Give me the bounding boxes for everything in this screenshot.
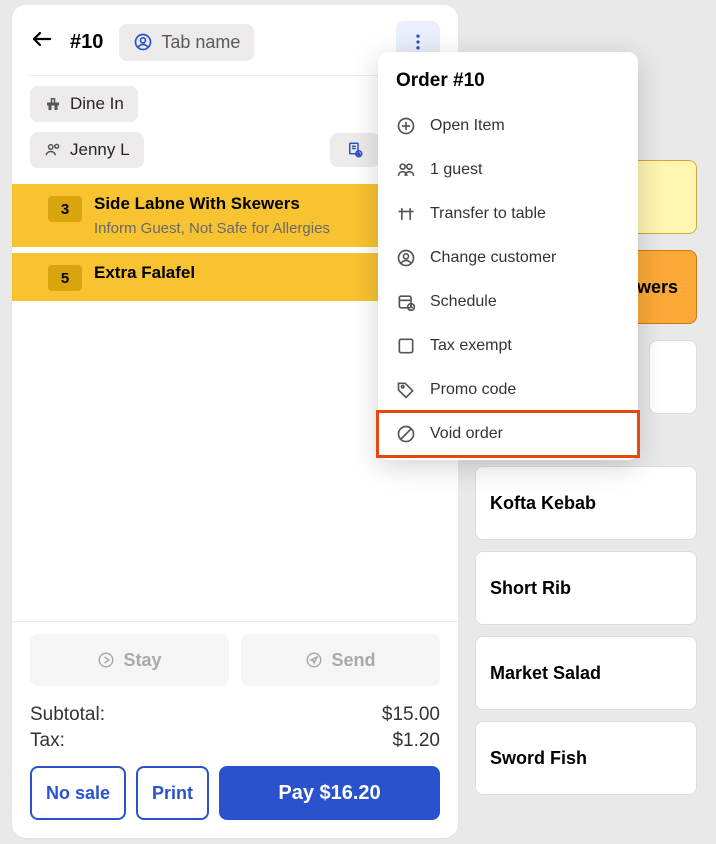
dine-in-label: Dine In [70,94,124,114]
product-tile-shortrib[interactable]: Short Rib [475,551,697,625]
receipt-button[interactable]: $ [330,133,380,167]
back-arrow-icon[interactable] [30,27,54,57]
server-label: Jenny L [70,140,130,160]
menu-label: Void order [430,425,503,443]
menu-label: 1 guest [430,161,482,179]
pay-button[interactable]: Pay $16.20 [219,766,440,820]
tab-name-label: Tab name [161,32,240,53]
popover-title: Order #10 [378,52,638,104]
stay-button[interactable]: Stay [30,634,229,686]
menu-guests[interactable]: 1 guest [378,148,638,192]
menu-promo-code[interactable]: Promo code [378,368,638,412]
order-number: #10 [70,31,103,54]
send-label: Send [331,650,375,671]
product-tile-swordfish[interactable]: Sword Fish [475,721,697,795]
tax-label: Tax: [30,730,65,752]
qty-badge: 3 [48,196,82,222]
subtotal-row: Subtotal: $15.00 [30,704,440,726]
send-button[interactable]: Send [241,634,440,686]
tab-name-chip[interactable]: Tab name [119,24,254,61]
product-tile-partial[interactable] [649,340,697,414]
menu-label: Change customer [430,249,556,267]
menu-void-order[interactable]: Void order [378,412,638,456]
no-sale-button[interactable]: No sale [30,766,126,820]
print-button[interactable]: Print [136,766,209,820]
menu-label: Schedule [430,293,497,311]
item-name: Extra Falafel [94,263,387,283]
tax-value: $1.20 [392,730,440,752]
menu-label: Tax exempt [430,337,512,355]
menu-schedule[interactable]: Schedule [378,280,638,324]
server-chip[interactable]: Jenny L [30,132,144,168]
product-tile-salad[interactable]: Market Salad [475,636,697,710]
menu-tax-exempt[interactable]: Tax exempt [378,324,638,368]
order-actions-menu: Order #10 Open Item 1 guest Transfer to … [378,52,638,460]
product-tile-kofta[interactable]: Kofta Kebab [475,466,697,540]
subtotal-label: Subtotal: [30,704,105,726]
dine-in-chip[interactable]: Dine In [30,86,138,122]
menu-change-customer[interactable]: Change customer [378,236,638,280]
menu-label: Transfer to table [430,205,546,223]
qty-badge: 5 [48,265,82,291]
actions-area: Stay Send Subtotal: $15.00 Tax: $1.20 No… [12,621,458,838]
menu-open-item[interactable]: Open Item [378,104,638,148]
subtotal-value: $15.00 [382,704,440,726]
menu-label: Promo code [430,381,516,399]
menu-label: Open Item [430,117,505,135]
stay-label: Stay [123,650,161,671]
item-name: Side Labne With Skewers [94,194,387,214]
tax-row: Tax: $1.20 [30,730,440,752]
item-note: Inform Guest, Not Safe for Allergies [94,220,387,237]
menu-transfer[interactable]: Transfer to table [378,192,638,236]
